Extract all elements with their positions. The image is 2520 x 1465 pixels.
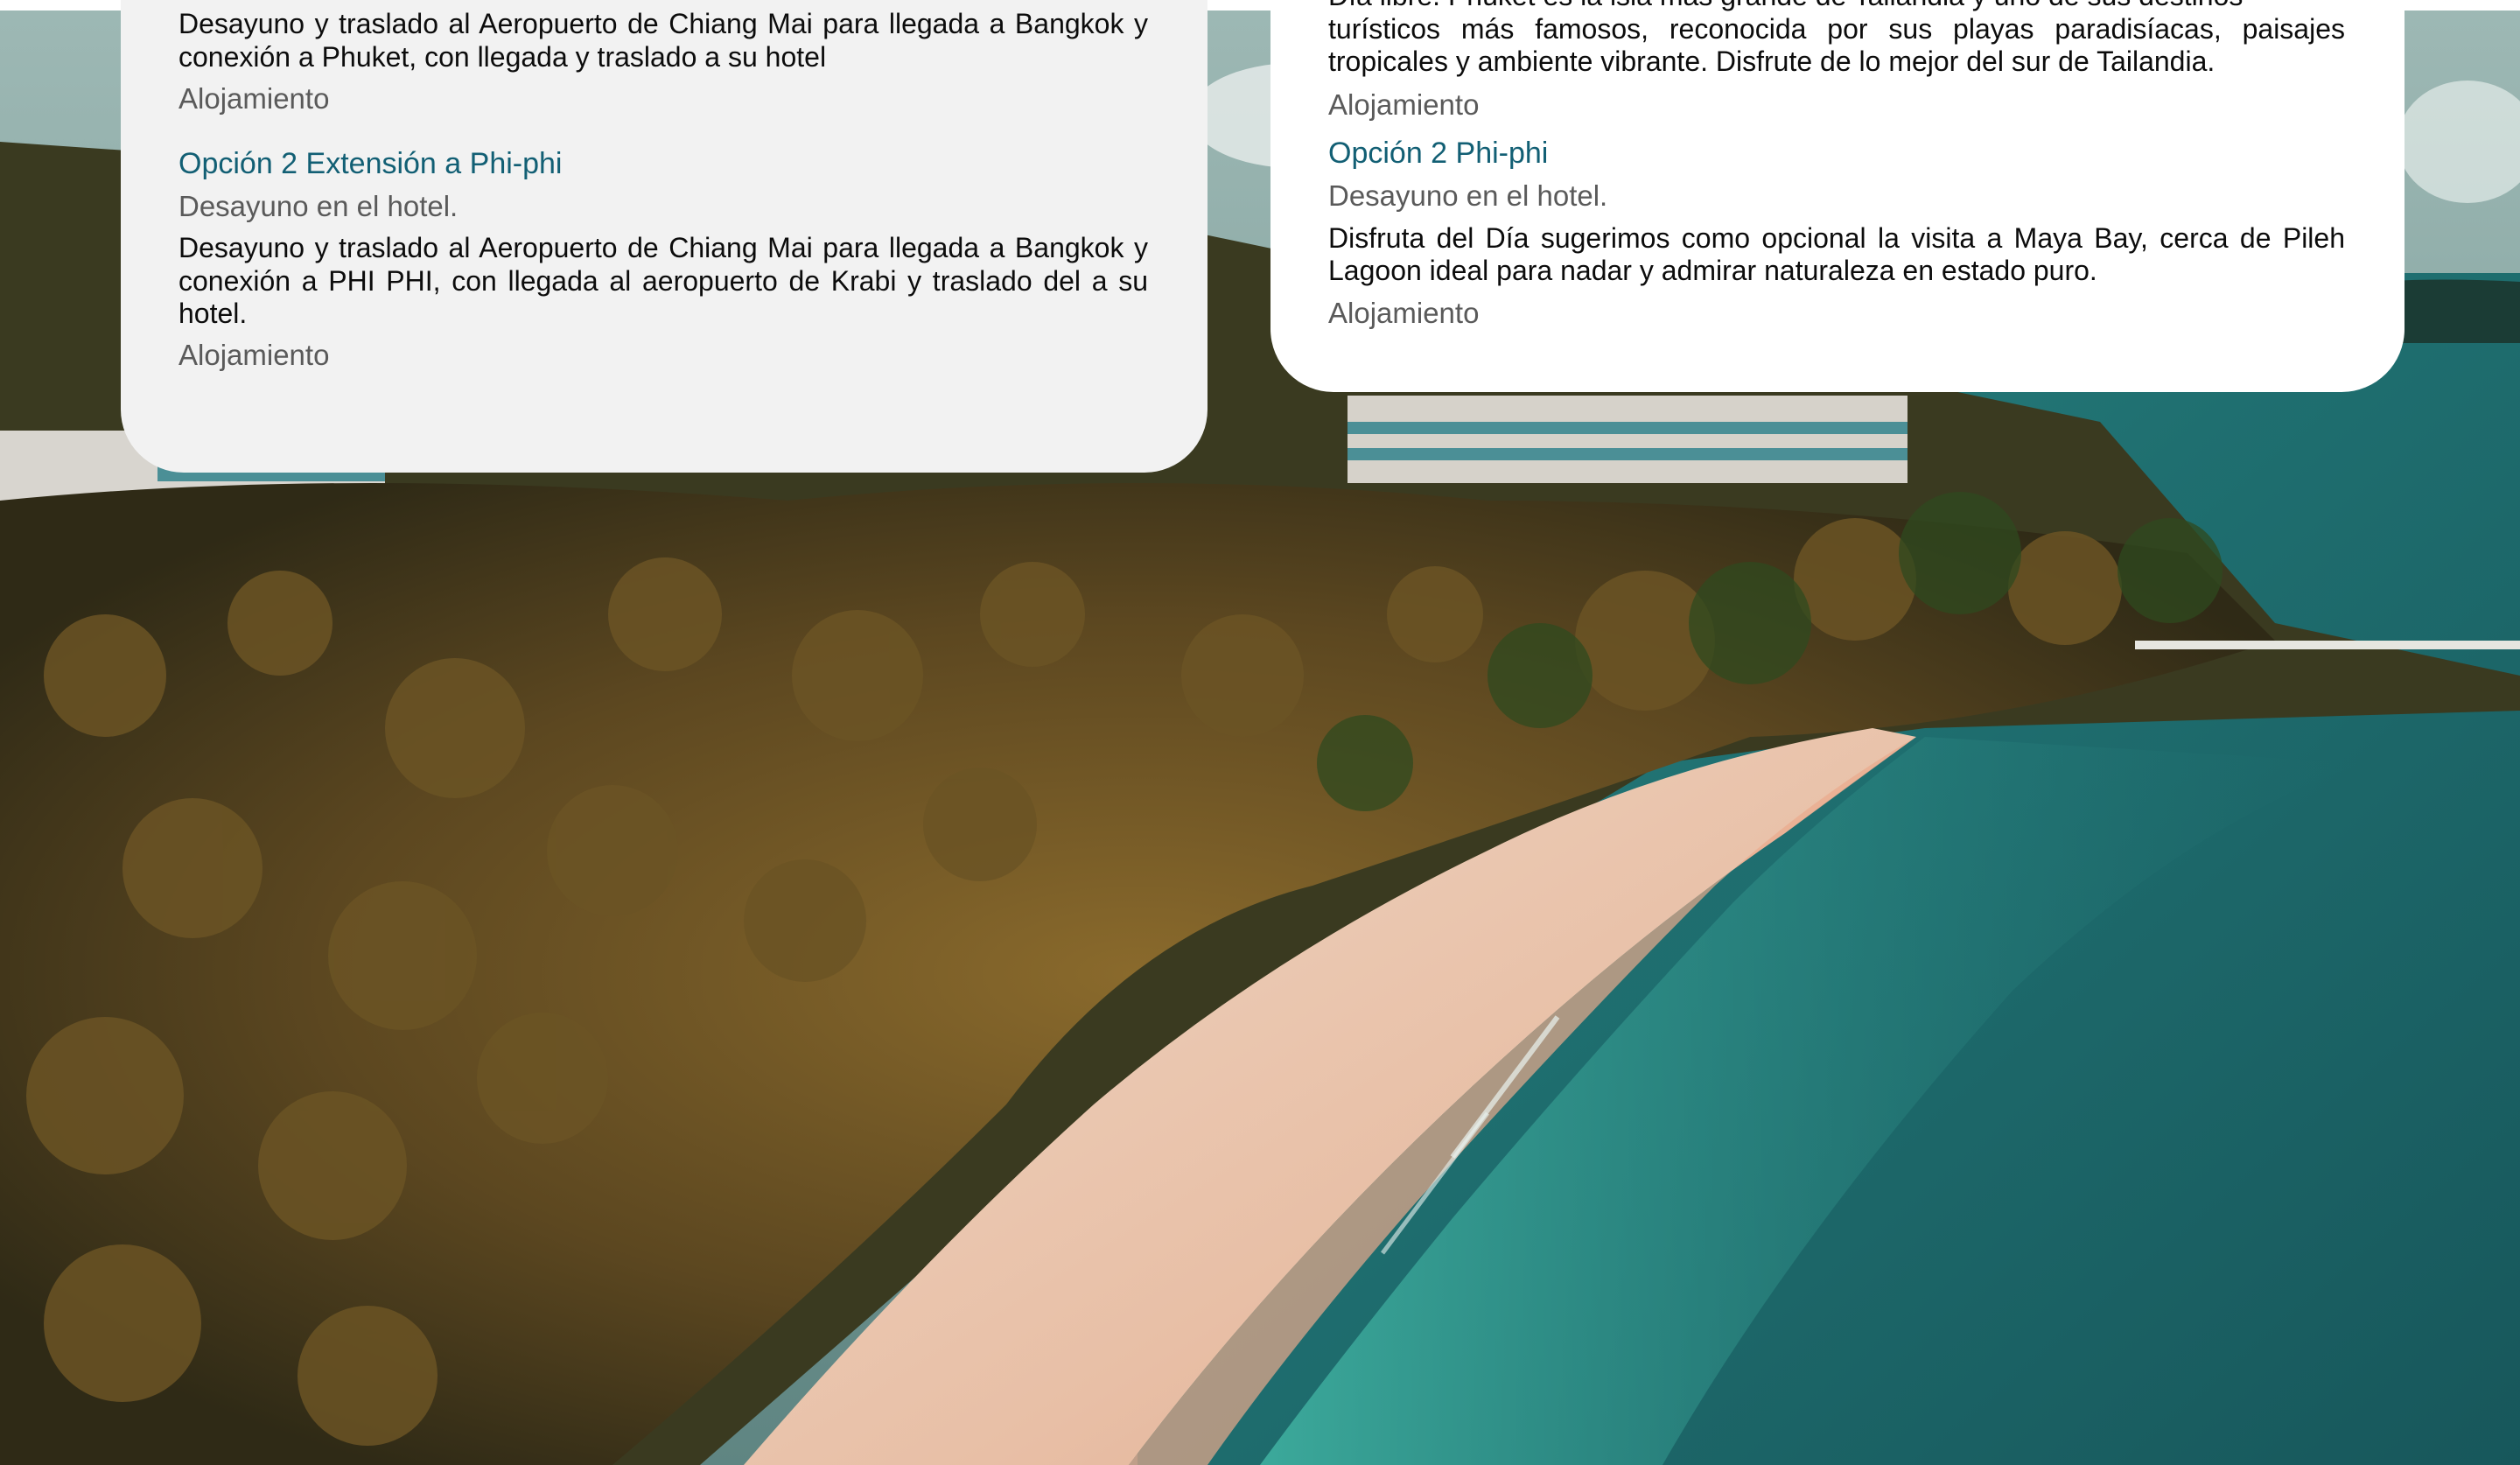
right-itinerary-card: Día libre. Phuket es la isla más grande …: [1270, 0, 2404, 392]
option-title: Opción 2 Extensión a Phi-phi: [178, 147, 563, 180]
day-description: Desayuno y traslado al Aeropuerto de Chi…: [178, 8, 1148, 73]
option-description: Disfruta del Día sugerimos como opcional…: [1328, 221, 2345, 287]
option-title: Opción 2 Phi-phi: [1328, 136, 1549, 170]
breakfast-label: Desayuno en el hotel.: [1328, 179, 1608, 212]
lodging-label: Alojamiento: [178, 82, 330, 115]
lodging-label: Alojamiento: [1328, 296, 1480, 329]
lodging-label: Alojamiento: [1328, 88, 1480, 121]
breakfast-label: Desayuno en el hotel.: [178, 190, 458, 222]
option-description: Desayuno y traslado al Aeropuerto de Chi…: [178, 232, 1148, 329]
left-itinerary-card: Desayuno y traslado al Aeropuerto de Chi…: [121, 0, 1208, 473]
day-description: turísticos más famosos, reconocida por s…: [1328, 12, 2345, 78]
brochure-page: Desayuno y traslado al Aeropuerto de Chi…: [0, 0, 2520, 1465]
lodging-label: Alojamiento: [178, 338, 330, 371]
day-description-clipped-line: Día libre. Phuket es la isla más grande …: [1328, 0, 2345, 13]
